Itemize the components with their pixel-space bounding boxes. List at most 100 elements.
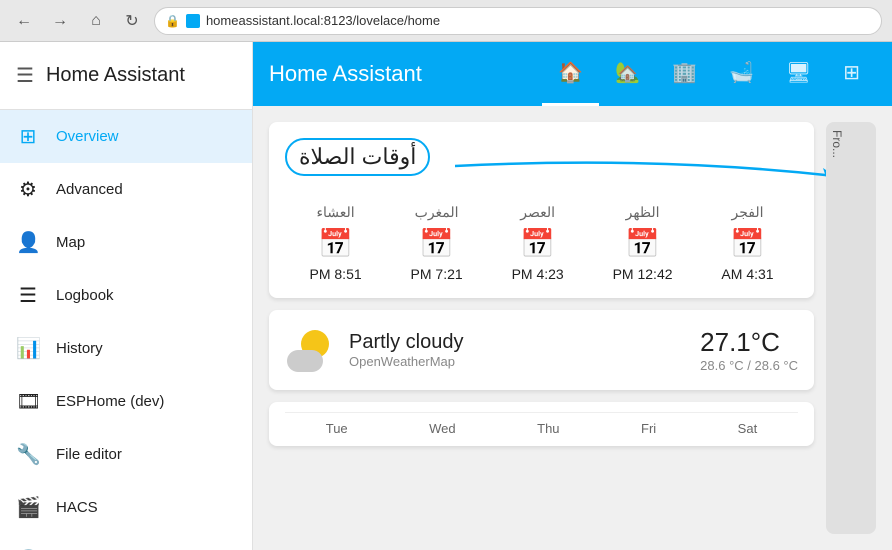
right-panel: Fro... <box>826 122 876 534</box>
prayer-fajr: الفجر 📅 4:31 AM <box>721 204 773 282</box>
site-favicon <box>186 14 200 28</box>
prayer-asr: العصر 📅 4:23 PM <box>512 204 564 282</box>
forecast-tue: Tue <box>326 421 348 436</box>
right-panel-label: Fro... <box>826 122 848 166</box>
app-header: Home Assistant 🏠 🏡 🏢 🛁 🖥 ⊞ <box>253 42 892 106</box>
prayer-card-header: أوقات الصلاة <box>285 138 798 192</box>
isha-time: 8:51 PM <box>310 266 362 282</box>
sidebar-item-hacs[interactable]: 🎬 HACS <box>0 481 252 534</box>
lock-icon: 🔒 <box>165 14 180 28</box>
hacs-icon: 🎬 <box>16 495 40 520</box>
asr-name: العصر <box>520 204 555 221</box>
history-icon: 📊 <box>16 336 40 361</box>
sidebar-label-advanced: Advanced <box>56 181 123 198</box>
maghrib-time: 7:21 PM <box>411 266 463 282</box>
sidebar-item-esphome[interactable]: 🎞 ESPHome (dev) <box>0 375 252 428</box>
fajr-time: 4:31 AM <box>721 266 773 282</box>
family-tab-icon: 🏡 <box>615 60 640 85</box>
sidebar: ☰ Home Assistant ⊞ Overview ⚙ Advanced 👤… <box>0 42 253 550</box>
header-tab-network[interactable]: ⊞ <box>827 42 876 106</box>
sidebar-title: Home Assistant <box>46 64 185 87</box>
weather-temperature: 27.1°C <box>700 327 798 358</box>
sidebar-item-file-editor[interactable]: 🔧 File editor <box>0 428 252 481</box>
weather-range: 28.6 °C / 28.6 °C <box>700 358 798 373</box>
sidebar-item-transmission[interactable]: 🕐 Transmission <box>0 534 252 550</box>
sidebar-menu-icon[interactable]: ☰ <box>16 63 34 88</box>
sidebar-label-hacs: HACS <box>56 499 98 516</box>
home-button[interactable]: ⌂ <box>82 7 110 35</box>
prayer-times-card: أوقات الصلاة الفجر 📅 4:31 AM <box>269 122 814 298</box>
weather-source: OpenWeatherMap <box>349 354 684 369</box>
file-editor-icon: 🔧 <box>16 442 40 467</box>
header-tabs: 🏠 🏡 🏢 🛁 🖥 ⊞ <box>542 42 876 106</box>
home-tab-icon: 🏠 <box>558 60 583 85</box>
asr-time: 4:23 PM <box>512 266 564 282</box>
fajr-icon: 📅 <box>730 227 765 260</box>
reload-button[interactable]: ↻ <box>118 7 146 35</box>
overview-icon: ⊞ <box>16 124 40 149</box>
cards-column: أوقات الصلاة الفجر 📅 4:31 AM <box>269 122 814 534</box>
header-tab-home[interactable]: 🏠 <box>542 42 599 106</box>
header-tab-bath[interactable]: 🛁 <box>713 42 770 106</box>
content-area: أوقات الصلاة الفجر 📅 4:31 AM <box>253 106 892 550</box>
forecast-wed: Wed <box>429 421 456 436</box>
weather-icon-container <box>285 326 333 374</box>
header-tab-tv[interactable]: 🖥 <box>770 42 827 106</box>
sidebar-header: ☰ Home Assistant <box>0 42 252 110</box>
sidebar-nav: ⊞ Overview ⚙ Advanced 👤 Map ☰ Logbook 📊 … <box>0 110 252 550</box>
map-icon: 👤 <box>16 230 40 255</box>
sidebar-item-overview[interactable]: ⊞ Overview <box>0 110 252 163</box>
isha-name: العشاء <box>316 204 354 221</box>
cloud-icon <box>287 350 323 372</box>
forecast-card: Tue Wed Thu Fri Sat <box>269 402 814 446</box>
building-tab-icon: 🏢 <box>672 60 697 85</box>
sidebar-label-esphome: ESPHome (dev) <box>56 393 164 410</box>
address-bar[interactable]: 🔒 homeassistant.local:8123/lovelace/home <box>154 7 882 35</box>
sidebar-label-history: History <box>56 340 103 357</box>
dhuhr-icon: 📅 <box>625 227 660 260</box>
forward-button[interactable]: → <box>46 7 74 35</box>
browser-chrome: ← → ⌂ ↻ 🔒 homeassistant.local:8123/lovel… <box>0 0 892 42</box>
sidebar-item-logbook[interactable]: ☰ Logbook <box>0 269 252 322</box>
asr-icon: 📅 <box>520 227 555 260</box>
prayer-maghrib: المغرب 📅 7:21 PM <box>411 204 463 282</box>
prayer-dhuhr: الظهر 📅 12:42 PM <box>613 204 673 282</box>
isha-icon: 📅 <box>318 227 353 260</box>
header-tab-family[interactable]: 🏡 <box>599 42 656 106</box>
logbook-icon: ☰ <box>16 283 40 308</box>
weather-condition: Partly cloudy <box>349 331 684 354</box>
dhuhr-name: الظهر <box>626 204 660 221</box>
sidebar-item-advanced[interactable]: ⚙ Advanced <box>0 163 252 216</box>
app-header-title: Home Assistant <box>269 61 542 87</box>
sidebar-label-logbook: Logbook <box>56 287 114 304</box>
esphome-icon: 🎞 <box>16 389 40 414</box>
weather-info: Partly cloudy OpenWeatherMap <box>349 331 684 369</box>
prayer-isha: العشاء 📅 8:51 PM <box>310 204 362 282</box>
main-content: Home Assistant 🏠 🏡 🏢 🛁 🖥 ⊞ <box>253 42 892 550</box>
forecast-fri: Fri <box>641 421 656 436</box>
sidebar-label-overview: Overview <box>56 128 119 145</box>
tv-tab-icon: 🖥 <box>786 60 811 85</box>
weather-card: Partly cloudy OpenWeatherMap 27.1°C 28.6… <box>269 310 814 390</box>
url-text: homeassistant.local:8123/lovelace/home <box>206 13 440 28</box>
sidebar-label-file-editor: File editor <box>56 446 122 463</box>
sidebar-item-map[interactable]: 👤 Map <box>0 216 252 269</box>
sidebar-label-map: Map <box>56 234 85 251</box>
app-container: ☰ Home Assistant ⊞ Overview ⚙ Advanced 👤… <box>0 42 892 550</box>
forecast-sat: Sat <box>738 421 758 436</box>
forecast-row: Tue Wed Thu Fri Sat <box>285 412 798 436</box>
prayer-times-row: الفجر 📅 4:31 AM الظهر 📅 12:42 PM الع <box>285 204 798 282</box>
network-tab-icon: ⊞ <box>843 60 860 85</box>
sidebar-item-history[interactable]: 📊 History <box>0 322 252 375</box>
maghrib-icon: 📅 <box>419 227 454 260</box>
bath-tab-icon: 🛁 <box>729 60 754 85</box>
advanced-icon: ⚙ <box>16 177 40 202</box>
prayer-card-title: أوقات الصلاة <box>285 138 430 176</box>
fajr-name: الفجر <box>732 204 764 221</box>
weather-temp-block: 27.1°C 28.6 °C / 28.6 °C <box>700 327 798 373</box>
back-button[interactable]: ← <box>10 7 38 35</box>
header-tab-building[interactable]: 🏢 <box>656 42 713 106</box>
maghrib-name: المغرب <box>415 204 459 221</box>
forecast-thu: Thu <box>537 421 559 436</box>
dhuhr-time: 12:42 PM <box>613 266 673 282</box>
